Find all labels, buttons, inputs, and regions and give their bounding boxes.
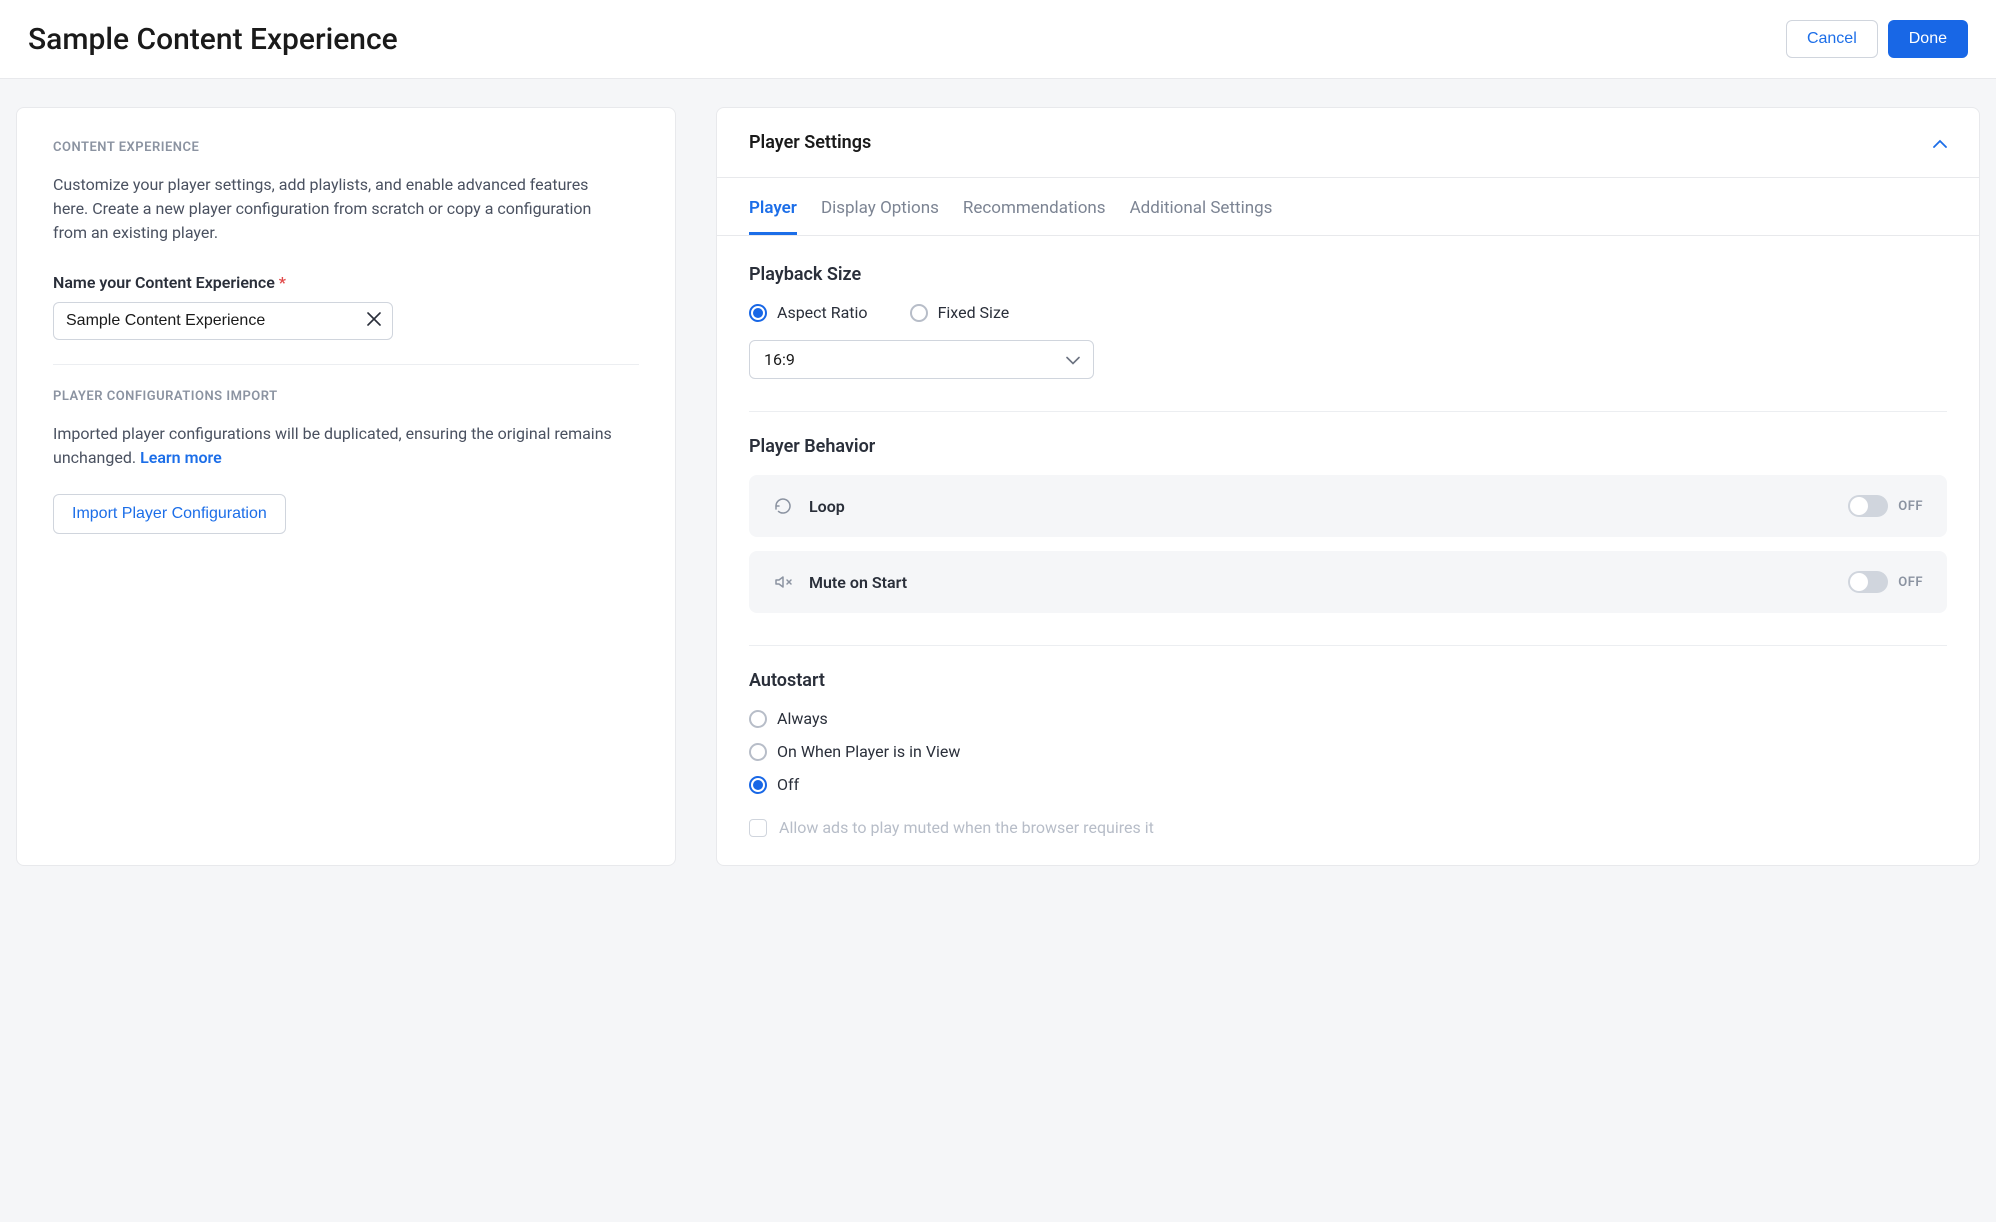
behavior-loop: Loop OFF [749, 475, 1947, 537]
header-actions: Cancel Done [1786, 20, 1968, 58]
behavior-mute: Mute on Start OFF [749, 551, 1947, 613]
radio-option-fixed-size[interactable]: Fixed Size [910, 303, 1010, 322]
clear-icon[interactable] [367, 312, 381, 330]
content-experience-section-label: CONTENT EXPERIENCE [53, 140, 639, 155]
player-settings-panel: Player Settings Player Display Options R… [716, 107, 1980, 866]
radio-option-aspect-ratio[interactable]: Aspect Ratio [749, 303, 868, 322]
radio-always[interactable] [749, 710, 767, 728]
page-header: Sample Content Experience Cancel Done [0, 0, 1996, 79]
player-settings-title: Player Settings [749, 132, 871, 153]
autostart-title: Autostart [749, 670, 1947, 691]
loop-toggle[interactable] [1848, 495, 1888, 517]
import-config-button[interactable]: Import Player Configuration [53, 494, 286, 534]
divider [53, 364, 639, 365]
aspect-ratio-select-value[interactable]: 16:9 [749, 340, 1094, 379]
radio-on-view-label: On When Player is in View [777, 742, 960, 761]
playback-size-title: Playback Size [749, 264, 1947, 285]
player-tab-body: Playback Size Aspect Ratio Fixed Size 16… [717, 236, 1979, 865]
autostart-radio-list: Always On When Player is in View Off [749, 709, 1947, 794]
loop-label: Loop [809, 497, 845, 516]
name-field-label: Name your Content Experience * [53, 273, 639, 292]
name-field-label-text: Name your Content Experience [53, 273, 275, 292]
radio-on-view[interactable] [749, 743, 767, 761]
player-settings-header[interactable]: Player Settings [717, 108, 1979, 178]
mute-toggle-state: OFF [1898, 575, 1923, 590]
radio-option-off[interactable]: Off [749, 775, 1947, 794]
settings-tabs: Player Display Options Recommendations A… [717, 178, 1979, 236]
radio-fixed-size[interactable] [910, 304, 928, 322]
required-marker: * [279, 273, 286, 292]
mute-label: Mute on Start [809, 573, 907, 592]
allow-ads-label: Allow ads to play muted when the browser… [779, 818, 1154, 837]
content-experience-panel: CONTENT EXPERIENCE Customize your player… [16, 107, 676, 866]
mute-toggle[interactable] [1848, 571, 1888, 593]
tab-recommendations[interactable]: Recommendations [963, 178, 1106, 235]
radio-always-label: Always [777, 709, 828, 728]
name-input-wrapper [53, 302, 393, 340]
setting-divider-2 [749, 645, 1947, 646]
config-import-section-label: PLAYER CONFIGURATIONS IMPORT [53, 389, 639, 404]
radio-option-on-view[interactable]: On When Player is in View [749, 742, 1947, 761]
loop-toggle-state: OFF [1898, 499, 1923, 514]
page-title: Sample Content Experience [28, 22, 398, 57]
player-behavior-title: Player Behavior [749, 436, 1947, 457]
tab-display-options[interactable]: Display Options [821, 178, 939, 235]
radio-off[interactable] [749, 776, 767, 794]
playback-size-radio-group: Aspect Ratio Fixed Size [749, 303, 1947, 322]
content-experience-description: Customize your player settings, add play… [53, 173, 613, 245]
name-input[interactable] [53, 302, 393, 340]
chevron-up-icon [1933, 133, 1947, 152]
mute-icon [773, 572, 793, 592]
radio-fixed-size-label: Fixed Size [938, 303, 1010, 322]
radio-off-label: Off [777, 775, 799, 794]
config-import-description: Imported player configurations will be d… [53, 422, 639, 470]
radio-option-always[interactable]: Always [749, 709, 1947, 728]
cancel-button[interactable]: Cancel [1786, 20, 1878, 58]
radio-aspect-ratio[interactable] [749, 304, 767, 322]
allow-ads-row: Allow ads to play muted when the browser… [749, 818, 1947, 837]
tab-player[interactable]: Player [749, 178, 797, 235]
aspect-ratio-select[interactable]: 16:9 [749, 340, 1094, 379]
learn-more-link[interactable]: Learn more [140, 448, 222, 467]
done-button[interactable]: Done [1888, 20, 1968, 58]
allow-ads-checkbox[interactable] [749, 819, 767, 837]
loop-icon [773, 496, 793, 516]
radio-aspect-ratio-label: Aspect Ratio [777, 303, 868, 322]
tab-additional-settings[interactable]: Additional Settings [1130, 178, 1273, 235]
config-import-description-text: Imported player configurations will be d… [53, 424, 612, 467]
setting-divider [749, 411, 1947, 412]
